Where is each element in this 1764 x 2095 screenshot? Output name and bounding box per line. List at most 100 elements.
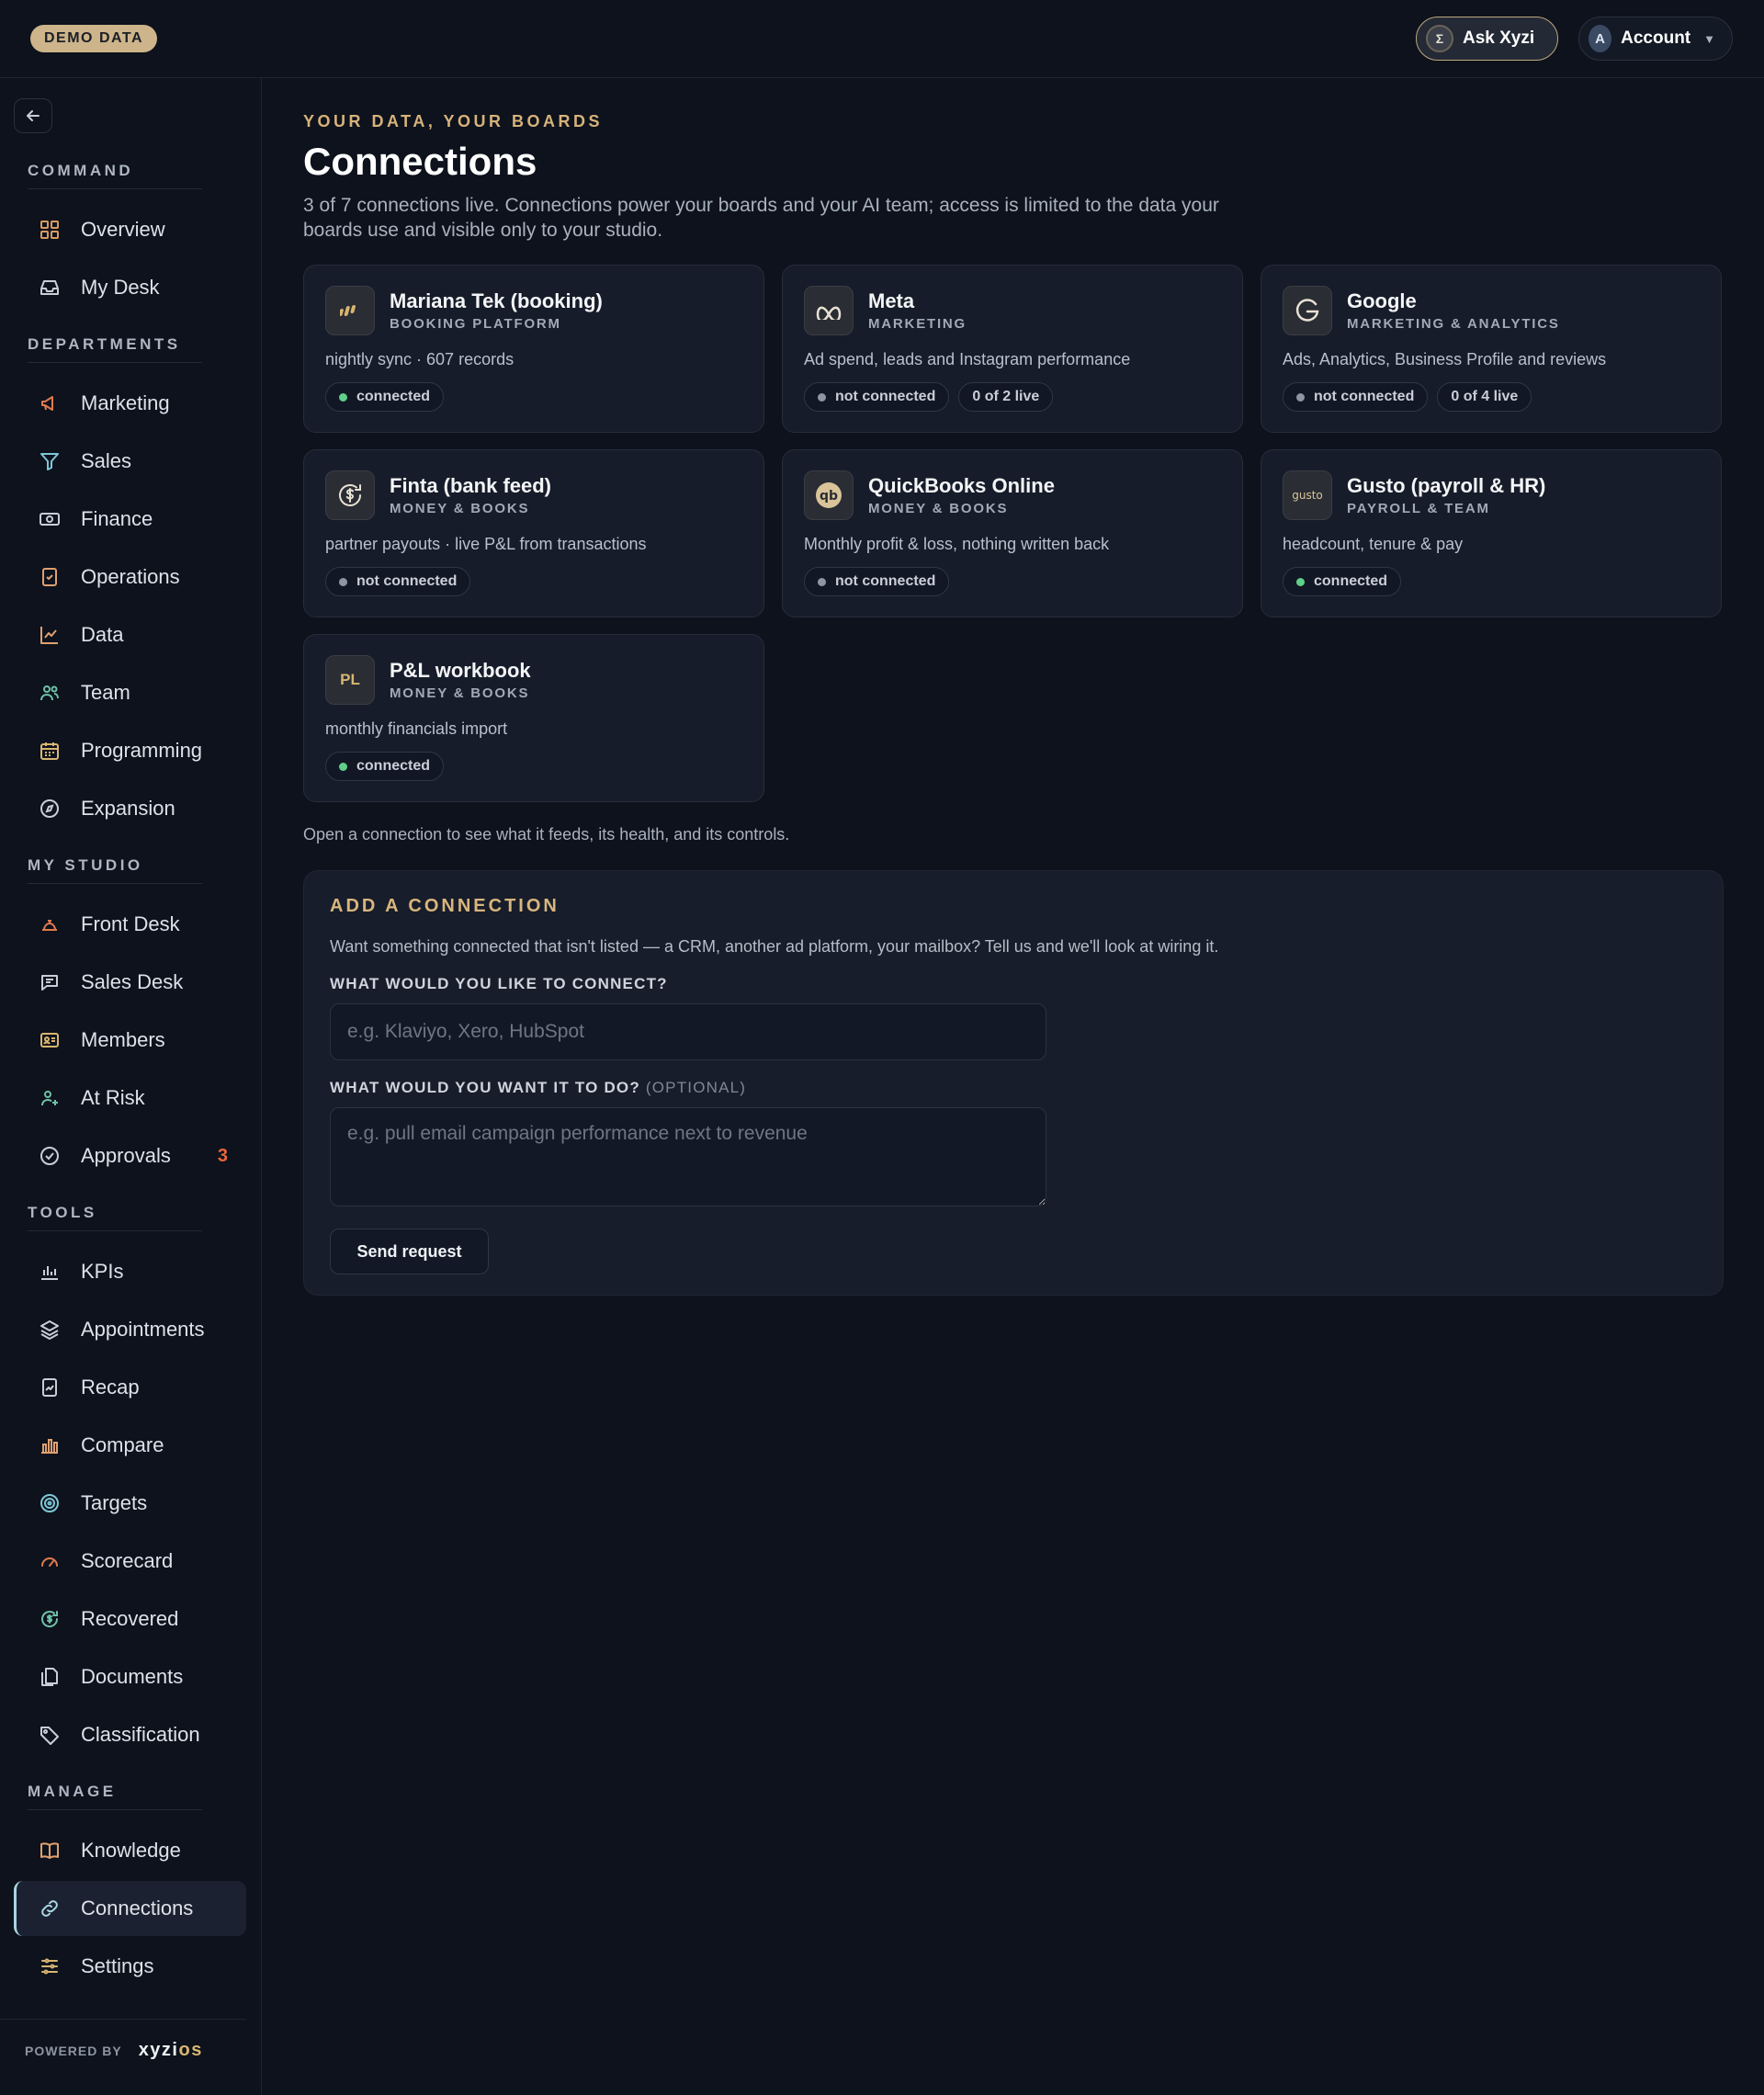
chevron-down-icon: ▼: [1703, 31, 1715, 46]
status-badge: connected: [325, 752, 445, 781]
send-request-button[interactable]: Send request: [330, 1229, 489, 1274]
sidebar: COMMAND Overview My Desk DEPARTMENTS Mar…: [0, 78, 262, 2095]
sidebar-item-label: Finance: [81, 507, 153, 530]
connection-name: Gusto (payroll & HR): [1347, 474, 1546, 497]
status-label: not connected: [356, 573, 458, 589]
status-badge: not connected: [325, 567, 471, 596]
sidebar-item-operations[interactable]: Operations: [14, 549, 246, 605]
sidebar-item-label: Settings: [81, 1954, 154, 1977]
top-bar: DEMO DATA Σ Ask Xyzi A Account ▼: [0, 0, 1764, 78]
sidebar-item-data[interactable]: Data: [14, 607, 246, 662]
google-g-logo-icon: [1283, 286, 1332, 335]
arrow-left-icon: [27, 110, 40, 121]
pl-logo-text: PL: [340, 671, 360, 688]
status-dot: [339, 762, 347, 771]
sidebar-item-finance[interactable]: Finance: [14, 492, 246, 547]
status-dot: [339, 392, 347, 402]
connection-description: Ads, Analytics, Business Profile and rev…: [1283, 350, 1607, 368]
users-icon: [36, 679, 63, 707]
purpose-textarea[interactable]: [330, 1107, 1046, 1206]
bar-chart-icon: [36, 1258, 63, 1285]
sidebar-item-members[interactable]: Members: [14, 1013, 246, 1068]
sidebar-item-approvals[interactable]: Approvals 3: [14, 1128, 246, 1183]
sidebar-item-settings[interactable]: Settings: [14, 1939, 246, 1994]
sidebar-item-recap[interactable]: Recap: [14, 1360, 246, 1415]
sidebar-item-programming[interactable]: Programming: [14, 723, 246, 778]
ask-xyzi-label: Ask Xyzi: [1463, 28, 1535, 48]
sidebar-item-appointments[interactable]: Appointments: [14, 1302, 246, 1357]
connection-description: monthly financials import: [325, 719, 508, 738]
sidebar-item-targets[interactable]: Targets: [14, 1476, 246, 1531]
sidebar-item-marketing[interactable]: Marketing: [14, 376, 246, 431]
sidebar-item-sales-desk[interactable]: Sales Desk: [14, 955, 246, 1010]
sidebar-item-label: Marketing: [81, 391, 170, 414]
connection-name: QuickBooks Online: [868, 474, 1055, 497]
connection-card-mariana-tek[interactable]: Mariana Tek (booking) BOOKING PLATFORM n…: [303, 265, 764, 433]
sidebar-item-scorecard[interactable]: Scorecard: [14, 1534, 246, 1589]
sidebar-item-label: Appointments: [81, 1318, 205, 1341]
sidebar-item-sales[interactable]: Sales: [14, 434, 246, 489]
account-menu-button[interactable]: A Account ▼: [1578, 17, 1733, 61]
ask-xyzi-button[interactable]: Σ Ask Xyzi: [1416, 17, 1558, 61]
sidebar-item-label: At Risk: [81, 1086, 145, 1109]
report-icon: [36, 1374, 63, 1401]
powered-by-label: POWERED BY: [25, 2043, 122, 2058]
grid-icon: [36, 216, 63, 243]
connection-card-meta[interactable]: Meta MARKETING Ad spend, leads and Insta…: [782, 265, 1243, 433]
layers-icon: [36, 1316, 63, 1343]
sidebar-item-compare[interactable]: Compare: [14, 1418, 246, 1473]
connection-card-quickbooks[interactable]: qb QuickBooks Online MONEY & BOOKS Month…: [782, 449, 1243, 617]
add-connection-panel: ADD A CONNECTION Want something connecte…: [303, 870, 1724, 1296]
collapse-sidebar-button[interactable]: [14, 98, 52, 133]
connection-description: Ad spend, leads and Instagram performanc…: [804, 350, 1131, 368]
brand-main: xyzi: [138, 2040, 179, 2060]
status-badge: connected: [325, 382, 445, 412]
connections-hint: Open a connection to see what it feeds, …: [303, 825, 790, 844]
account-label: Account: [1621, 28, 1691, 48]
status-dot: [1296, 392, 1305, 402]
status-badge: connected: [1283, 567, 1402, 596]
connection-card-gusto[interactable]: gusto Gusto (payroll & HR) PAYROLL & TEA…: [1261, 449, 1722, 617]
compass-icon: [36, 795, 63, 822]
sidebar-item-front-desk[interactable]: Front Desk: [14, 897, 246, 952]
status-badge: not connected: [1283, 382, 1429, 412]
book-icon: [36, 1837, 63, 1864]
connect-input[interactable]: [330, 1003, 1046, 1060]
funnel-icon: [36, 447, 63, 475]
sidebar-item-kpis[interactable]: KPIs: [14, 1244, 246, 1299]
connection-name: Google: [1347, 289, 1417, 312]
sidebar-item-label: Scorecard: [81, 1549, 174, 1572]
sidebar-item-label: Expansion: [81, 797, 175, 820]
brand-accent: os: [178, 2040, 203, 2060]
connection-card-pl-workbook[interactable]: PL P&L workbook MONEY & BOOKS monthly fi…: [303, 634, 764, 802]
sidebar-item-overview[interactable]: Overview: [14, 202, 246, 257]
link-icon: [36, 1895, 63, 1922]
sidebar-item-knowledge[interactable]: Knowledge: [14, 1823, 246, 1878]
sidebar-item-my-desk[interactable]: My Desk: [14, 260, 246, 315]
sidebar-item-at-risk[interactable]: At Risk: [14, 1070, 246, 1126]
connection-card-finta[interactable]: Finta (bank feed) MONEY & BOOKS partner …: [303, 449, 764, 617]
sidebar-item-label: Programming: [81, 739, 203, 762]
gusto-logo-text: gusto: [1292, 489, 1323, 502]
live-count-badge: 0 of 2 live: [958, 382, 1054, 412]
id-card-icon: [36, 1026, 63, 1054]
status-badge: not connected: [804, 382, 950, 412]
columns-chart-icon: [36, 1432, 63, 1459]
purpose-field-label: WHAT WOULD YOU WANT IT TO DO? (OPTIONAL): [330, 1079, 746, 1097]
sidebar-item-label: Recovered: [81, 1607, 179, 1630]
sidebar-item-documents[interactable]: Documents: [14, 1649, 246, 1704]
pl-workbook-logo-icon: PL: [325, 655, 375, 705]
sidebar-item-recovered[interactable]: Recovered: [14, 1591, 246, 1647]
sidebar-item-team[interactable]: Team: [14, 665, 246, 720]
sidebar-item-classification[interactable]: Classification: [14, 1707, 246, 1762]
status-label: connected: [1314, 573, 1388, 589]
connect-field-label: WHAT WOULD YOU LIKE TO CONNECT?: [330, 975, 668, 992]
sidebar-item-label: Knowledge: [81, 1839, 181, 1862]
connection-card-google[interactable]: Google MARKETING & ANALYTICS Ads, Analyt…: [1261, 265, 1722, 433]
status-dot: [818, 392, 826, 402]
clipboard-check-icon: [36, 563, 63, 591]
section-title-command: COMMAND: [28, 162, 203, 189]
sidebar-item-expansion[interactable]: Expansion: [14, 781, 246, 836]
sidebar-item-connections[interactable]: Connections: [14, 1881, 246, 1936]
meta-infinity-logo-icon: [804, 286, 854, 335]
